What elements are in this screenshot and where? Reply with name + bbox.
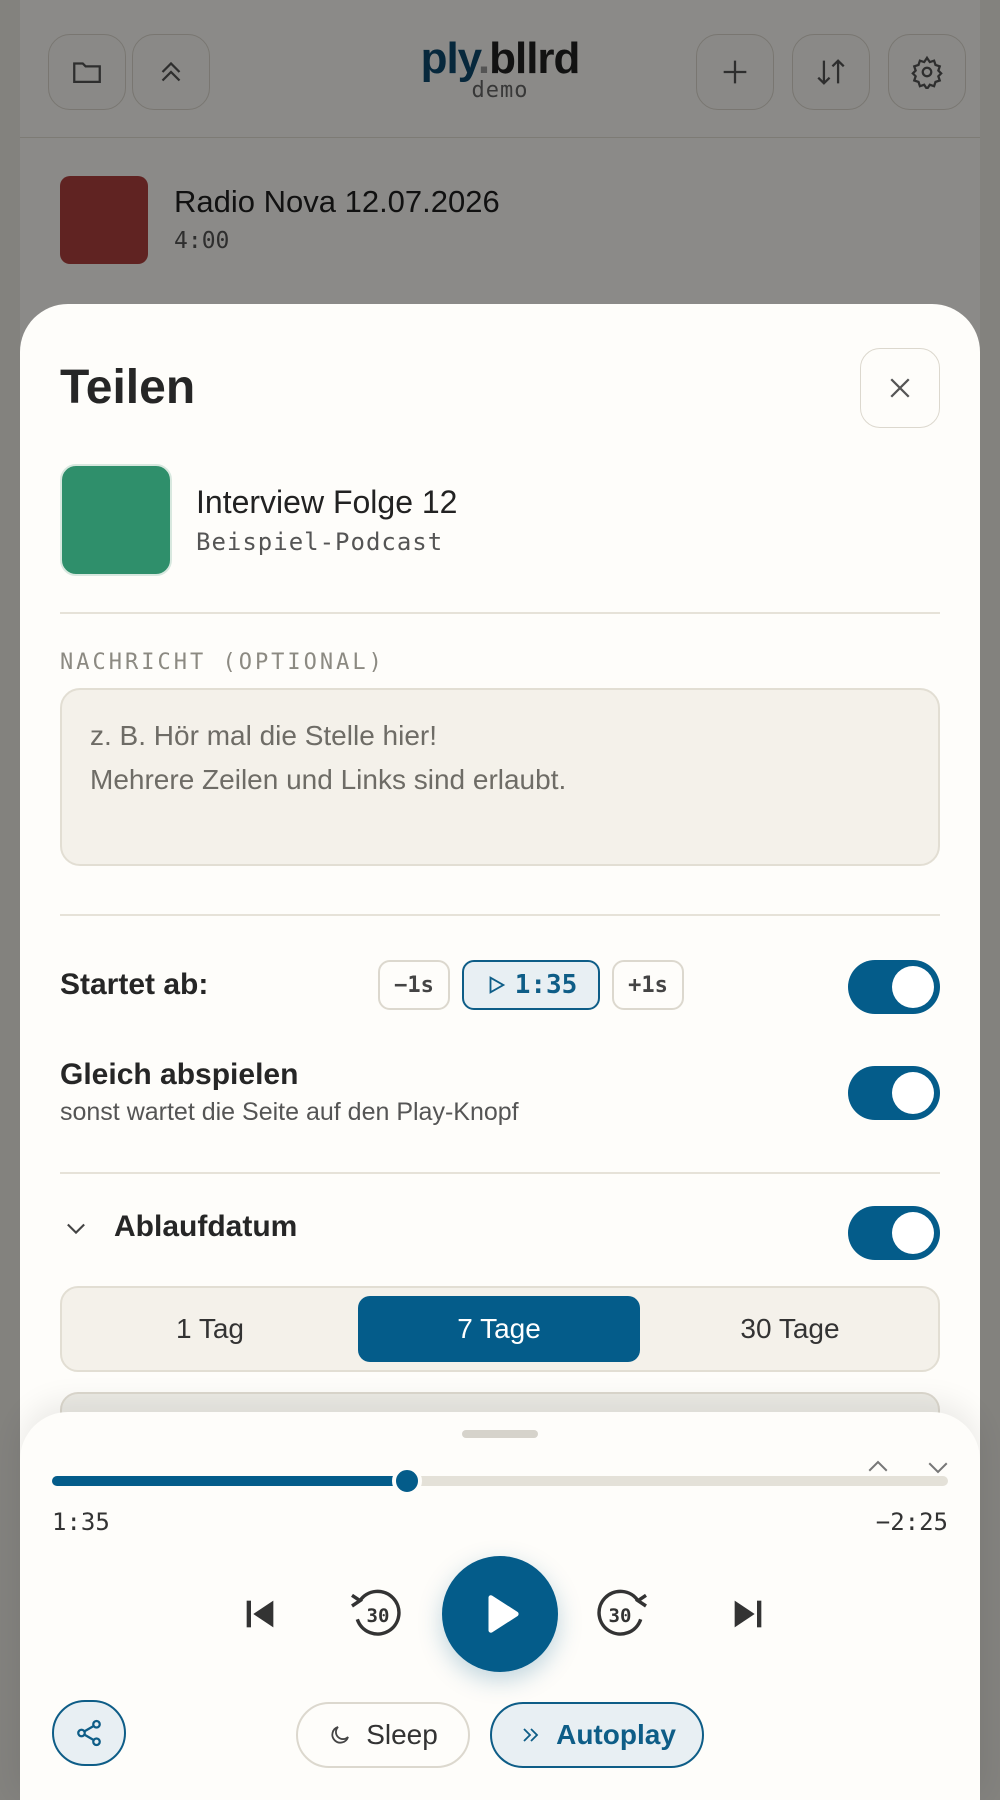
next-button[interactable] — [722, 1588, 774, 1640]
expiry-label: Ablaufdatum — [114, 1210, 298, 1243]
expiry-expand-button[interactable] — [60, 1212, 92, 1244]
autoplay-description: sonst wartet die Seite auf den Play-Knop… — [60, 1098, 519, 1126]
close-button[interactable] — [860, 348, 940, 428]
play-button[interactable] — [442, 1556, 558, 1672]
progress-fill — [52, 1476, 407, 1486]
skip-next-icon — [734, 1600, 762, 1628]
share-icon — [77, 1719, 101, 1747]
episode-thumbnail — [60, 464, 172, 576]
start-time-button[interactable]: 1:35 — [462, 960, 600, 1010]
current-time: 1:35 — [52, 1508, 110, 1536]
remaining-time: −2:25 — [875, 1508, 948, 1536]
play-icon — [488, 1595, 519, 1633]
expiry-segmented-control: 1 Tag 7 Tage 30 Tage — [60, 1286, 940, 1372]
drag-handle[interactable] — [462, 1430, 538, 1438]
share-button[interactable] — [52, 1700, 126, 1766]
player-panel: 1:35 −2:25 30 30 Sleep Autoplay — [20, 1412, 980, 1800]
message-input[interactable] — [60, 688, 940, 866]
expiry-toggle[interactable] — [848, 1206, 940, 1260]
autoplay-label: Gleich abspielen — [60, 1058, 299, 1091]
chevron-down-icon — [67, 1223, 85, 1235]
start-time-value: 1:35 — [514, 970, 578, 1000]
toggle-knob — [892, 1072, 934, 1114]
message-label: NACHRICHT (OPTIONAL) — [60, 650, 385, 675]
autoplay-toggle[interactable] — [848, 1066, 940, 1120]
start-toggle[interactable] — [848, 960, 940, 1014]
toggle-knob — [892, 1212, 934, 1254]
minus-second-button[interactable]: −1s — [378, 960, 450, 1010]
rewind-seconds: 30 — [366, 1605, 390, 1627]
sheet-title: Teilen — [60, 361, 196, 414]
start-label: Startet ab: — [60, 968, 209, 1001]
divider — [60, 914, 940, 916]
plus-second-button[interactable]: +1s — [612, 960, 684, 1010]
autoplay-button[interactable]: Autoplay — [490, 1702, 704, 1768]
expiry-option-30-days[interactable]: 30 Tage — [650, 1296, 930, 1362]
sleep-label: Sleep — [366, 1719, 438, 1750]
divider — [60, 612, 940, 614]
chevrons-right-icon — [523, 1728, 539, 1742]
divider — [60, 1172, 940, 1174]
episode-podcast: Beispiel-Podcast — [196, 528, 444, 556]
forward-seconds: 30 — [608, 1605, 632, 1627]
progress-thumb[interactable] — [391, 1466, 422, 1496]
progress-track[interactable] — [52, 1466, 948, 1496]
episode-title: Interview Folge 12 — [196, 484, 458, 520]
rewind-30-button[interactable]: 30 — [338, 1576, 414, 1652]
moon-icon — [331, 1726, 350, 1744]
previous-button[interactable] — [234, 1588, 286, 1640]
autoplay-chip-label: Autoplay — [556, 1719, 676, 1750]
expiry-option-7-days[interactable]: 7 Tage — [358, 1296, 640, 1362]
close-icon — [890, 378, 910, 398]
toggle-knob — [892, 966, 934, 1008]
sleep-timer-button[interactable]: Sleep — [296, 1702, 470, 1768]
play-outline-icon — [489, 976, 505, 994]
forward-30-button[interactable]: 30 — [584, 1576, 660, 1652]
expiry-option-1-day[interactable]: 1 Tag — [72, 1296, 348, 1362]
skip-previous-icon — [246, 1600, 274, 1628]
